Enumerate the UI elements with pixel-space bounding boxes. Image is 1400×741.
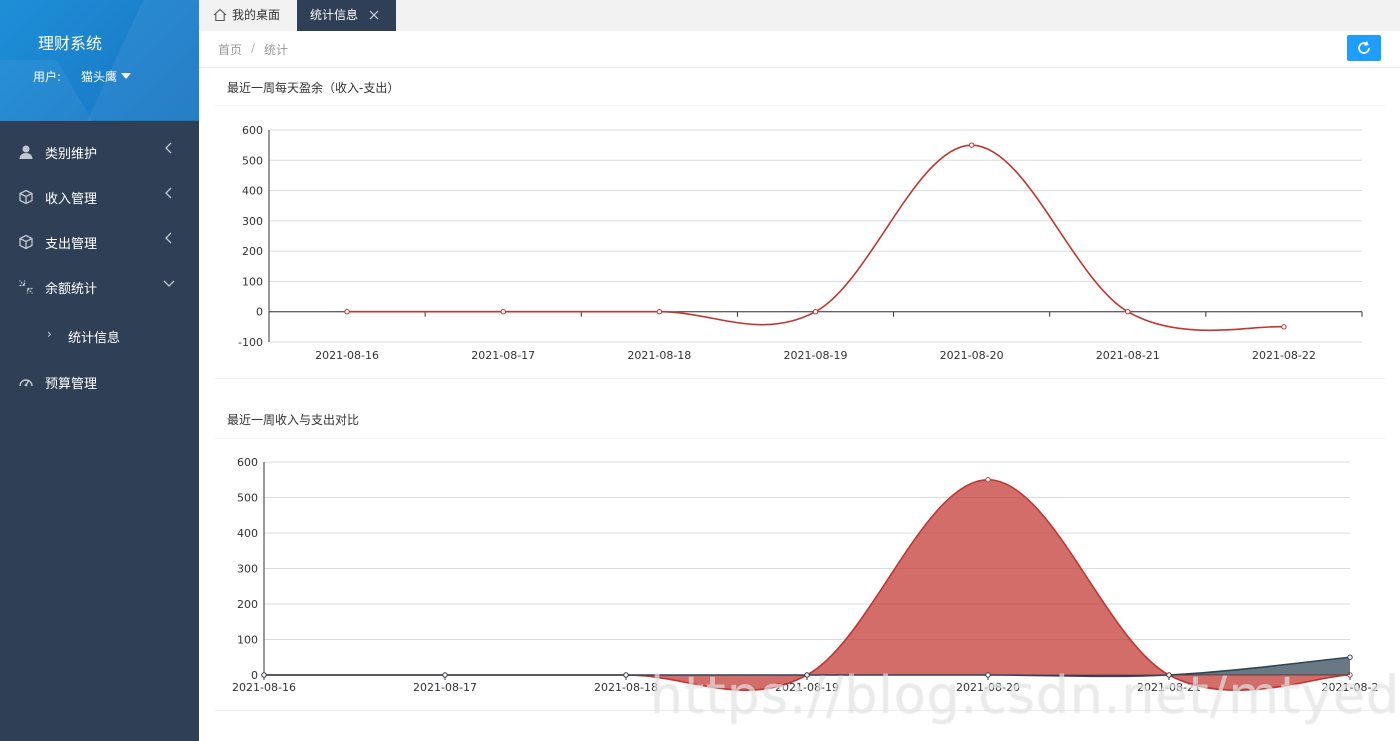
breadcrumb-bar: 首页 / 统计 [199, 31, 1400, 68]
app-title: 理财系统 [38, 34, 103, 53]
user-name[interactable]: 猫头鹰 [81, 70, 117, 84]
brand-header: 理财系统 用户: 猫头鹰 [0, 0, 199, 121]
x-tick-label: 2021-08-20 [940, 349, 1004, 362]
sidebar-item-label: 预算管理 [45, 377, 98, 392]
y-tick-label: 400 [242, 185, 263, 198]
y-tick-label: 500 [237, 492, 258, 505]
chevron-left-icon [165, 187, 172, 199]
chevron-left-icon [165, 142, 172, 154]
data-point [344, 309, 350, 315]
tab-label: 统计信息 [310, 8, 359, 22]
user-label: 用户: [33, 70, 62, 84]
x-tick-label: 2021-08-21 [1096, 349, 1160, 362]
sidebar-item-label: 余额统计 [45, 282, 98, 297]
series-line-0 [347, 144, 1285, 332]
data-point [1347, 654, 1353, 660]
x-tick-label: 2021-08-17 [471, 349, 535, 362]
sidebar-item-label: 类别维护 [45, 147, 98, 162]
data-point [812, 309, 819, 315]
compare-area-chart: 01002003004005006002021-08-16 2021-08-17 2… [232, 456, 1378, 694]
home-icon [213, 8, 227, 22]
tab-bar: 我的桌面 统计信息 [199, 0, 1400, 31]
gauge-icon [19, 379, 33, 387]
x-tick-label: 2021-08-19 [784, 349, 848, 362]
y-tick-label: 100 [242, 275, 263, 288]
y-tick-label: 300 [242, 215, 263, 228]
chevron-left-icon [165, 232, 172, 244]
chevron-right-icon: › [47, 327, 52, 341]
data-point [500, 309, 506, 315]
series-line-0 [263, 478, 1351, 691]
data-point [442, 672, 448, 678]
y-tick-label: 600 [242, 124, 263, 137]
x-tick-label: 2021-08-16 [232, 681, 296, 694]
sidebar-item-label: 收入管理 [45, 192, 98, 207]
tab-label: 我的桌面 [232, 8, 281, 22]
surplus-line-chart: -100 0 100 200 300 400 500 600 2021-08-16 2021-08… [238, 124, 1363, 362]
y-tick-label: 200 [242, 245, 263, 258]
y-tick-label: 600 [237, 456, 258, 469]
x-tick-label: 2021-08-18 [594, 681, 658, 694]
caret-down-icon[interactable] [121, 73, 132, 79]
data-point [968, 142, 975, 148]
breadcrumb-current: 统计 [264, 43, 289, 57]
sidebar: 理财系统 用户: 猫头鹰 类别维护 收入管理 支出管理 余额统计 › 统计信息 预… [0, 0, 199, 741]
tab-statistics[interactable]: 统计信息 [297, 0, 396, 31]
y-tick-label: 500 [242, 154, 263, 167]
chevron-down-icon [163, 280, 175, 287]
refresh-button[interactable] [1347, 35, 1381, 61]
cube-icon [19, 189, 33, 205]
y-tick-label: 100 [237, 634, 258, 647]
sidebar-item-category[interactable]: 类别维护 [0, 130, 199, 175]
sidebar-item-budget[interactable]: 预算管理 [0, 360, 199, 405]
y-tick-label: 400 [237, 527, 258, 540]
data-point [1281, 324, 1287, 330]
x-tick-label: 2021-08-18 [627, 349, 691, 362]
breadcrumb-separator: / [251, 41, 256, 55]
close-icon[interactable] [369, 10, 379, 20]
sidebar-subitem-label: 统计信息 [68, 331, 121, 346]
sidebar-item-label: 支出管理 [45, 237, 98, 252]
data-point [261, 672, 267, 678]
sidebar-item-balance[interactable]: 余额统计 [0, 265, 199, 310]
x-tick-label: 2021-08-22 [1252, 349, 1316, 362]
sidebar-item-income[interactable]: 收入管理 [0, 175, 199, 220]
y-tick-label: 300 [237, 563, 258, 576]
y-tick-label: 0 [256, 306, 263, 319]
data-point [656, 309, 663, 315]
sidebar-item-expense[interactable]: 支出管理 [0, 220, 199, 265]
shrink-icon [19, 280, 33, 294]
x-tick-label: 2021-08-17 [413, 681, 477, 694]
user-menu[interactable]: 用户: 猫头鹰 [33, 68, 132, 85]
compare-chart-card: 最近一周收入与支出对比 0 100 200 300 400 500 600 2021-08-1… [215, 400, 1385, 711]
tab-home[interactable]: 我的桌面 [205, 0, 295, 31]
x-tick-label: 2021-08-16 [315, 349, 379, 362]
series-area-0 [264, 479, 1350, 691]
y-tick-label: 200 [237, 598, 258, 611]
y-tick-label: -100 [238, 336, 263, 349]
data-point [1125, 309, 1131, 315]
surplus-chart-card: 最近一周每天盈余（收入-支出） -100 0 100 200 300 400 500 600 2… [215, 68, 1385, 379]
sidebar-subitem-statistics[interactable]: › 统计信息 [0, 318, 199, 354]
data-point [623, 672, 629, 678]
watermark: https://blog.csdn.net/mtyedu [650, 666, 1400, 726]
data-point [985, 477, 991, 483]
breadcrumb-home[interactable]: 首页 [218, 41, 242, 58]
refresh-icon [1358, 41, 1370, 54]
cube-icon [19, 234, 33, 250]
user-icon [19, 145, 33, 159]
